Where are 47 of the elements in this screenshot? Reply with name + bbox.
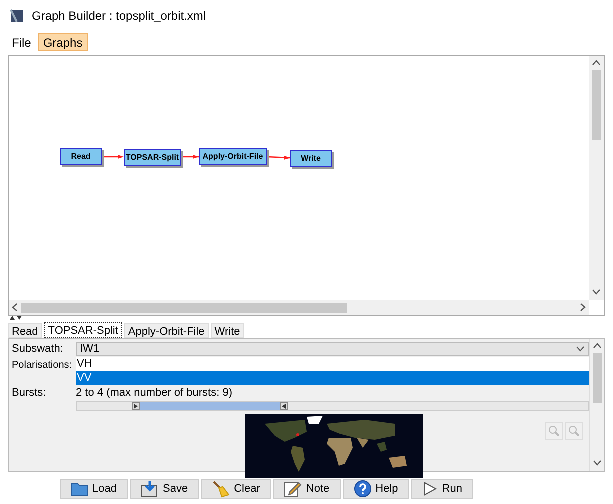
chevron-up-icon[interactable] xyxy=(592,342,602,351)
toolbar-button[interactable]: Save xyxy=(130,479,200,499)
toolbar-button[interactable]: Clear xyxy=(201,479,272,499)
graph-node[interactable]: Write xyxy=(290,150,332,167)
vertical-scrollbar[interactable] xyxy=(589,56,604,300)
slider-thumb[interactable] xyxy=(280,402,288,410)
chevron-right-icon[interactable] xyxy=(578,303,588,312)
bursts-range-slider[interactable] xyxy=(76,401,589,411)
tab[interactable]: Read xyxy=(8,323,42,338)
slider-thumb[interactable] xyxy=(132,402,140,410)
disk-arrow-icon xyxy=(141,480,160,498)
field-label: Subswath: xyxy=(12,342,64,357)
scroll-thumb[interactable] xyxy=(592,353,602,403)
menu-item[interactable]: File xyxy=(7,33,36,51)
splitter-arrows-icon[interactable] xyxy=(10,316,22,321)
chevron-down-icon[interactable] xyxy=(592,459,602,468)
menu-item[interactable]: Graphs xyxy=(38,33,88,51)
toolbar-button[interactable]: Note xyxy=(273,479,341,499)
toolbar-button[interactable]: Run xyxy=(411,479,474,499)
scroll-thumb[interactable] xyxy=(592,70,601,140)
graph-node[interactable]: Read xyxy=(60,148,102,165)
play-icon xyxy=(422,481,438,497)
horizontal-scrollbar[interactable] xyxy=(9,300,589,315)
chevron-down-icon[interactable] xyxy=(592,288,601,297)
window-title: Graph Builder : topsplit_orbit.xml xyxy=(32,8,206,25)
tab[interactable]: TOPSAR-Split xyxy=(44,322,122,338)
toolbar-button[interactable]: Help xyxy=(342,479,410,499)
toolbar-button[interactable]: Load xyxy=(60,479,128,499)
folder-icon xyxy=(70,481,89,497)
chevron-left-icon[interactable] xyxy=(10,303,20,312)
graph-node[interactable]: Apply-Orbit-File xyxy=(199,148,267,165)
subswath-dropdown[interactable]: IW1 xyxy=(76,342,589,356)
chevron-up-icon[interactable] xyxy=(592,59,601,68)
broom-icon xyxy=(212,480,230,498)
vertical-scrollbar[interactable] xyxy=(589,339,604,471)
graph-node[interactable]: TOPSAR-Split xyxy=(124,149,181,166)
app-icon xyxy=(10,9,24,23)
scroll-thumb[interactable] xyxy=(21,302,347,312)
tab[interactable]: Apply-Orbit-File xyxy=(124,323,209,338)
tab[interactable]: Write xyxy=(210,323,244,338)
help-icon xyxy=(354,480,372,498)
notepad-pencil-icon xyxy=(284,480,302,498)
field-label: Polarisations: xyxy=(12,359,74,373)
list-item[interactable]: VV xyxy=(76,371,589,385)
bursts-reading: 2 to 4 (max number of bursts: 9) xyxy=(76,386,233,401)
field-label: Bursts: xyxy=(12,386,48,401)
chevron-down-icon xyxy=(576,346,585,352)
